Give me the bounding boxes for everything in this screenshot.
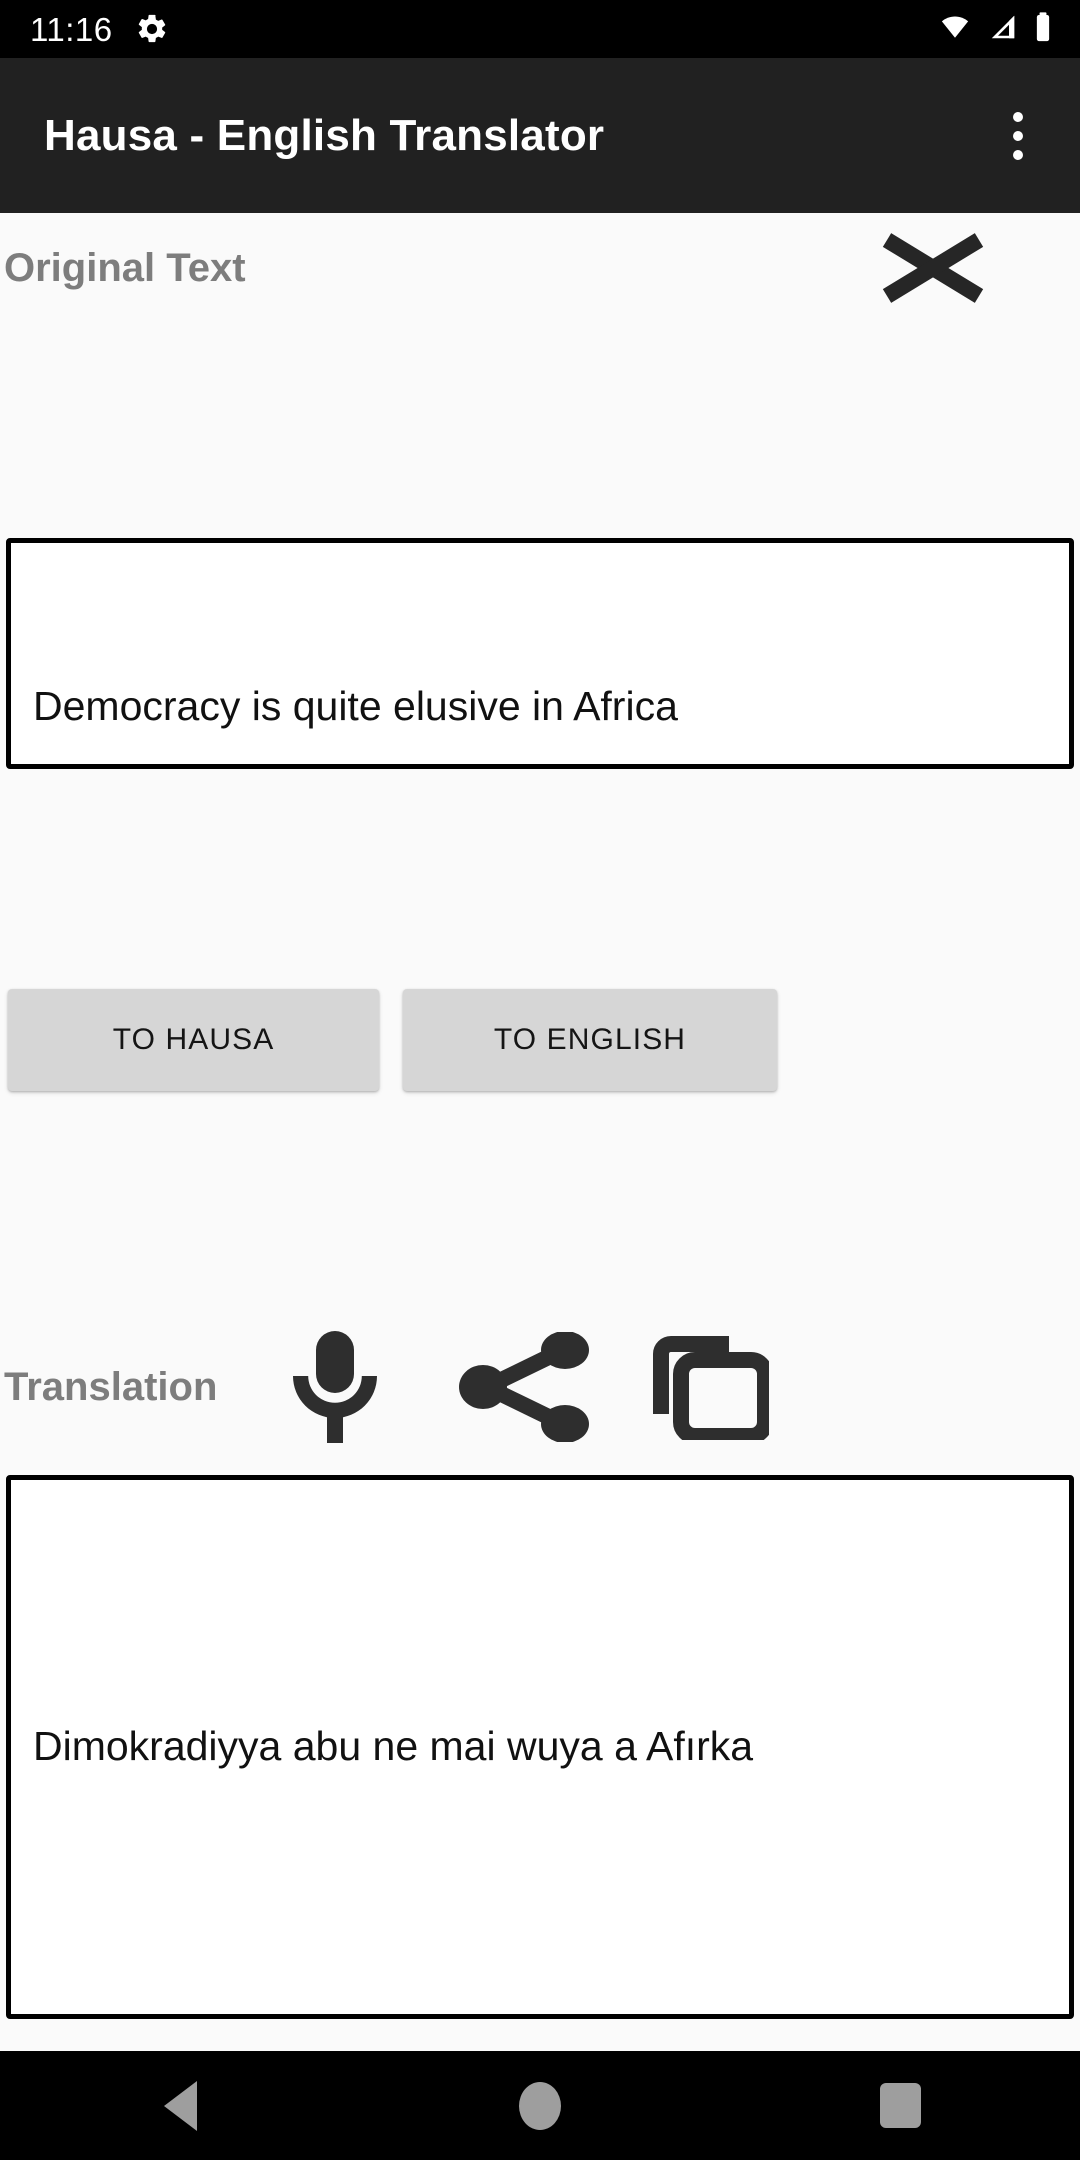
page-title: Hausa - English Translator bbox=[44, 110, 605, 160]
translation-header: Translation bbox=[0, 1313, 1080, 1461]
nav-back-button[interactable] bbox=[90, 2051, 270, 2160]
nav-home-button[interactable] bbox=[450, 2051, 630, 2160]
cellular-signal-icon bbox=[986, 12, 1020, 47]
overflow-menu-button[interactable] bbox=[982, 90, 1054, 182]
source-text-value: Democracy is quite elusive in Africa bbox=[33, 682, 678, 729]
overflow-dot bbox=[1013, 130, 1023, 141]
main-content: Original Text Democracy is quite elusive… bbox=[0, 213, 1080, 2051]
android-navigation-bar bbox=[0, 2051, 1080, 2160]
back-triangle-icon bbox=[163, 2080, 197, 2131]
to-hausa-button[interactable]: TO HAUSA bbox=[8, 989, 379, 1091]
app-bar: Hausa - English Translator bbox=[0, 58, 1080, 213]
to-english-button[interactable]: TO ENGLISH bbox=[403, 989, 777, 1091]
source-text-input[interactable]: Democracy is quite elusive in Africa bbox=[6, 538, 1074, 769]
status-bar-indicators bbox=[936, 11, 1054, 48]
home-circle-icon bbox=[519, 2081, 561, 2130]
copy-button[interactable] bbox=[643, 1313, 775, 1461]
share-icon bbox=[459, 1332, 590, 1442]
overflow-dot bbox=[1013, 111, 1023, 122]
clear-button[interactable] bbox=[858, 213, 1008, 323]
translation-output[interactable]: Dimokradiyya abu ne mai wuya a Afırka bbox=[6, 1475, 1074, 2019]
status-bar: 11:16 bbox=[0, 0, 1080, 58]
translation-output-value: Dimokradiyya abu ne mai wuya a Afırka bbox=[33, 1723, 754, 1770]
nav-recents-button[interactable] bbox=[810, 2051, 990, 2160]
gear-icon bbox=[135, 12, 169, 46]
recents-square-icon bbox=[879, 2083, 921, 2128]
share-button[interactable] bbox=[459, 1313, 591, 1461]
speak-button[interactable] bbox=[269, 1313, 401, 1461]
overflow-dot bbox=[1013, 149, 1023, 160]
original-text-label: Original Text bbox=[4, 245, 246, 290]
battery-icon bbox=[1032, 11, 1054, 48]
original-text-header: Original Text bbox=[0, 213, 1080, 323]
copy-icon bbox=[653, 1336, 770, 1440]
wifi-icon bbox=[936, 12, 974, 47]
translate-button-row: TO HAUSA TO ENGLISH bbox=[0, 989, 1080, 1091]
phone-screen: 11:16 Hausa - English Translator Origina… bbox=[0, 0, 1080, 2160]
microphone-icon bbox=[293, 1331, 378, 1443]
status-bar-clock: 11:16 bbox=[30, 10, 113, 48]
close-x-icon bbox=[882, 233, 984, 303]
translation-label: Translation bbox=[4, 1364, 218, 1409]
